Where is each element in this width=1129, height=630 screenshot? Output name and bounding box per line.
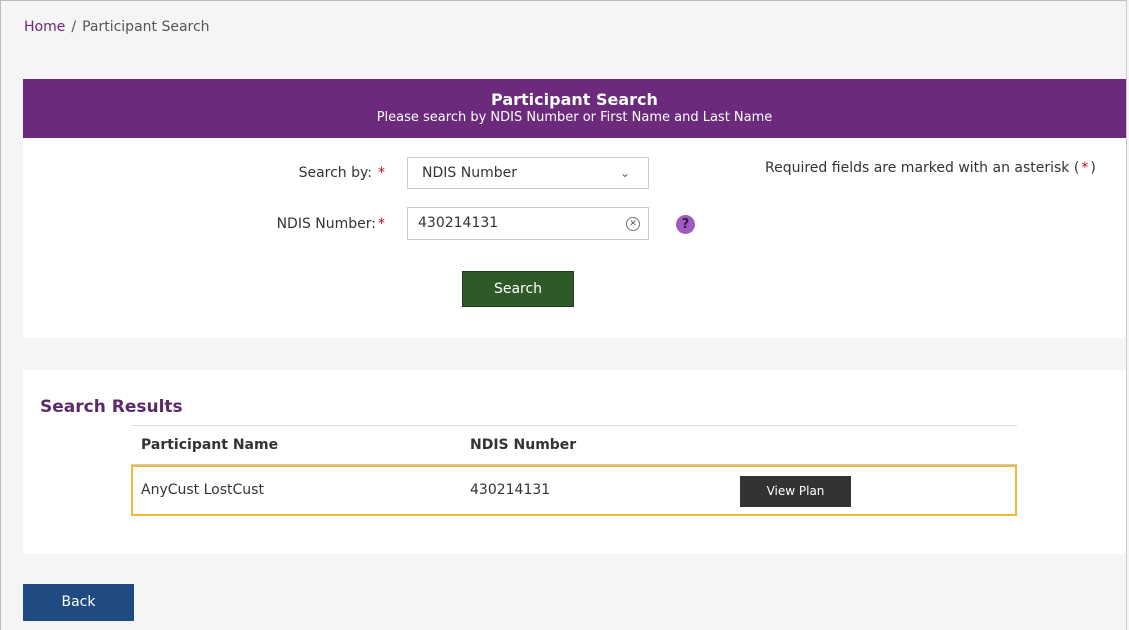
chevron-down-icon: ⌄ — [619, 166, 630, 180]
ndis-number-value: 430214131 — [418, 215, 499, 231]
ndis-number-label-text: NDIS Number: — [276, 216, 376, 232]
breadcrumb-home-link[interactable]: Home — [24, 19, 65, 35]
ndis-number-label: NDIS Number: * — [223, 216, 385, 232]
breadcrumb-separator: / — [71, 19, 77, 35]
breadcrumb-current: Participant Search — [82, 19, 210, 35]
search-panel-header: Participant Search Please search by NDIS… — [23, 79, 1126, 138]
required-fields-note: Required fields are marked with an aster… — [765, 160, 1096, 176]
page-subtitle: Please search by NDIS Number or First Na… — [376, 110, 773, 125]
search-by-label: Search by: * — [243, 165, 385, 181]
help-icon[interactable]: ? — [676, 215, 695, 234]
required-note-asterisk: * — [1081, 160, 1089, 176]
column-header-participant-name: Participant Name — [141, 437, 279, 453]
search-by-select[interactable]: NDIS Number ⌄ — [407, 157, 649, 189]
ndis-number-input[interactable]: 430214131 ✕ — [407, 207, 649, 240]
clear-icon[interactable]: ✕ — [626, 217, 640, 231]
required-marker: * — [378, 165, 385, 181]
results-table-header: Participant Name NDIS Number — [131, 425, 1017, 465]
search-button[interactable]: Search — [462, 271, 574, 307]
required-note-close: ) — [1090, 160, 1096, 176]
participant-name-cell: AnyCust LostCust — [141, 482, 264, 498]
back-button[interactable]: Back — [23, 584, 134, 621]
results-title: Search Results — [40, 397, 183, 417]
results-table: Participant Name NDIS Number AnyCust Los… — [131, 425, 1017, 516]
breadcrumb: Home / Participant Search — [24, 19, 210, 35]
page-title: Participant Search — [491, 90, 658, 109]
results-panel: Search Results Participant Name NDIS Num… — [23, 370, 1126, 554]
table-row: AnyCust LostCust 430214131 View Plan — [131, 465, 1017, 516]
required-note-text: Required fields are marked with an aster… — [765, 160, 1080, 176]
search-by-label-text: Search by: — [298, 165, 372, 181]
view-plan-button[interactable]: View Plan — [740, 476, 851, 507]
required-marker: * — [378, 216, 385, 232]
column-header-ndis-number: NDIS Number — [470, 437, 577, 453]
search-panel: Participant Search Please search by NDIS… — [23, 79, 1126, 338]
ndis-number-cell: 430214131 — [470, 482, 551, 498]
search-by-value: NDIS Number — [422, 165, 517, 181]
